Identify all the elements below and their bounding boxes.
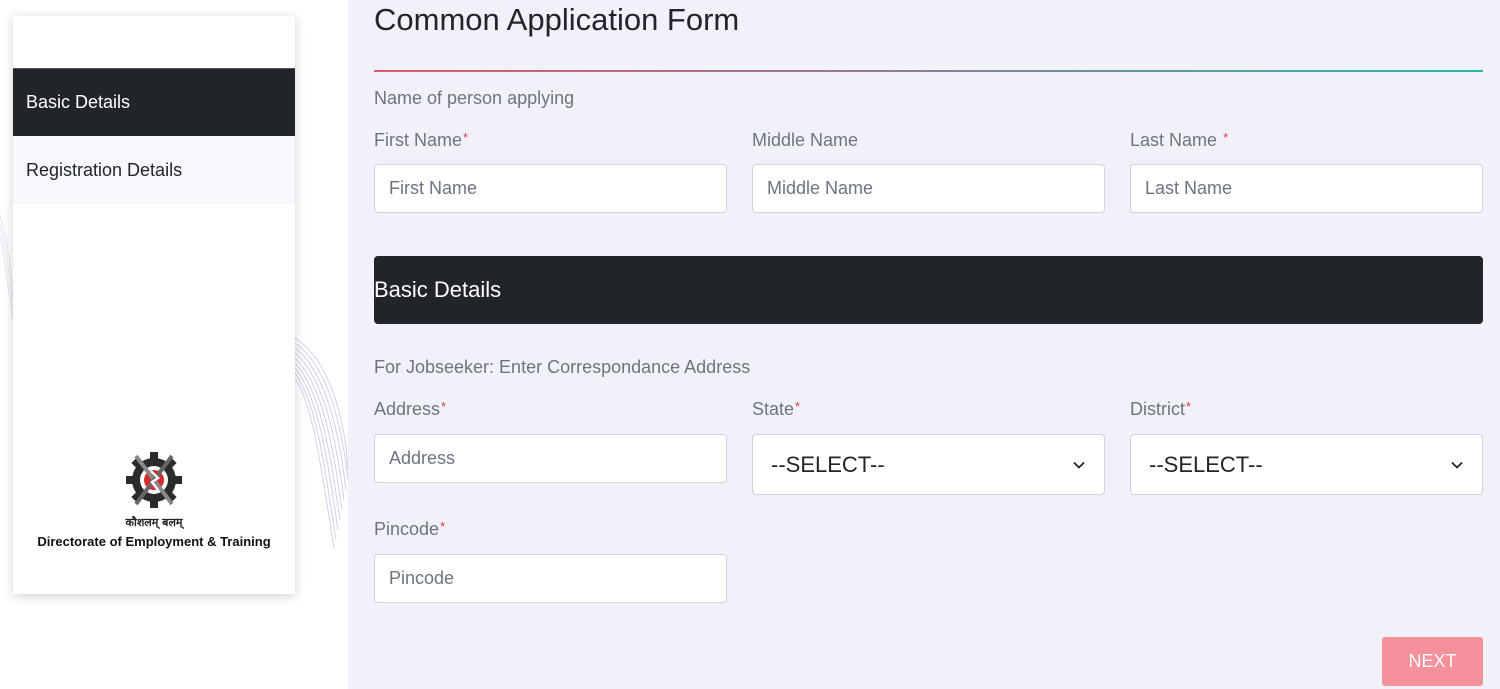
name-section-label: Name of person applying: [374, 88, 575, 108]
middle-name-label: Middle Name: [752, 130, 859, 150]
district-select-value: --SELECT--: [1149, 451, 1263, 477]
logo-hindi-text: कौशलम् बलम्: [125, 516, 183, 529]
state-select[interactable]: --SELECT--: [752, 434, 1105, 495]
pincode-input[interactable]: [374, 554, 727, 603]
required-marker: *: [440, 519, 446, 534]
required-marker: *: [1186, 399, 1192, 414]
last-name-label-text: Last Name: [1130, 130, 1218, 150]
sidebar-item-label: Registration Details: [26, 159, 183, 180]
required-marker: *: [441, 399, 447, 414]
basic-details-banner: Basic Details: [374, 256, 1483, 324]
sidebar-item-basic-details[interactable]: Basic Details: [13, 68, 295, 136]
required-marker: *: [1223, 130, 1229, 145]
page-title: Common Application Form: [374, 2, 740, 37]
sidebar-item-registration-details[interactable]: Registration Details: [13, 136, 295, 204]
required-marker: *: [463, 130, 469, 145]
state-label: State*: [752, 399, 800, 420]
district-select[interactable]: --SELECT--: [1130, 434, 1483, 495]
last-name-input[interactable]: [1130, 164, 1483, 213]
organization-name: Directorate of Employment & Training: [37, 534, 271, 549]
title-divider: [374, 70, 1483, 72]
next-button[interactable]: NEXT: [1382, 637, 1483, 686]
district-label: District*: [1130, 399, 1191, 420]
chevron-down-icon: [1073, 461, 1085, 469]
form-panel: Common Application Form Name of person a…: [348, 0, 1500, 689]
banner-title: Basic Details: [374, 277, 502, 302]
sidebar-item-label: Basic Details: [26, 92, 131, 112]
organization-logo-block: कौशलम् बलम् Directorate of Employment & …: [13, 448, 295, 549]
address-section-label: For Jobseeker: Enter Correspondance Addr…: [374, 357, 751, 377]
first-name-input[interactable]: [374, 164, 727, 213]
address-input[interactable]: [374, 434, 727, 483]
state-select-value: --SELECT--: [771, 451, 885, 477]
first-name-label-text: First Name: [374, 130, 463, 150]
chevron-down-icon: [1451, 461, 1463, 469]
sidebar: Basic Details Registration Details कौशलम…: [13, 16, 295, 594]
address-label: Address*: [374, 399, 446, 420]
pincode-label: Pincode*: [374, 519, 445, 540]
address-label-text: Address: [374, 399, 441, 419]
required-marker: *: [795, 399, 801, 414]
state-label-text: State: [752, 399, 795, 419]
middle-name-input[interactable]: [752, 164, 1105, 213]
gear-emblem-icon: [126, 452, 182, 508]
last-name-label: Last Name *: [1130, 130, 1228, 151]
district-label-text: District: [1130, 399, 1185, 419]
pincode-label-text: Pincode: [374, 519, 440, 539]
first-name-label: First Name*: [374, 130, 468, 151]
